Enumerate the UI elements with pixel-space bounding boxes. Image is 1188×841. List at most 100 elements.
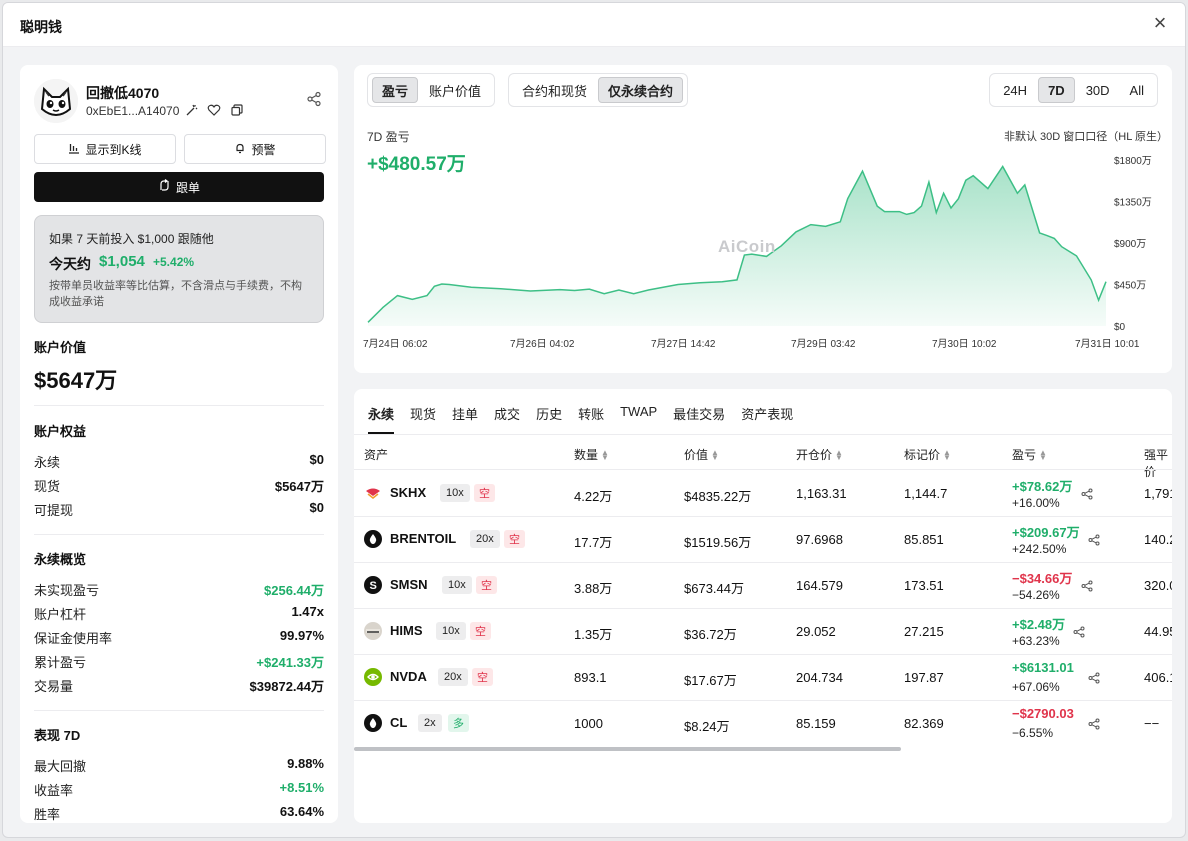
asset-symbol[interactable]: BRENTOIL — [390, 531, 456, 546]
close-icon[interactable]: × — [1149, 12, 1171, 35]
scope-option[interactable]: 合约和现货 — [513, 77, 596, 103]
perp-row: 未实现盈亏 $256.44万 — [34, 580, 324, 600]
trader-address: 0xEbE1...A14070 — [86, 104, 180, 118]
sort-icon[interactable]: ▲ ▼ — [1039, 448, 1047, 461]
liq-price-cell: 406.1 — [1144, 670, 1172, 685]
metric-option[interactable]: 账户价值 — [420, 77, 490, 103]
range-option[interactable]: 30D — [1077, 77, 1119, 103]
asset-symbol[interactable]: HIMS — [390, 623, 423, 638]
share-icon[interactable] — [1088, 671, 1100, 684]
column-header[interactable]: 开仓价 ▲ ▼ — [796, 446, 843, 463]
y-tick-label: $0 — [1114, 322, 1126, 333]
follow-label: 跟单 — [175, 180, 200, 195]
account-value: $5647万 — [34, 368, 118, 393]
share-icon[interactable] — [1081, 487, 1093, 500]
equity-row: 可提现 $0 — [34, 500, 324, 520]
long-badge: 多 — [448, 714, 469, 732]
follow-simulation-card: 如果 7 天前投入 $1,000 跟随他 今天约 $1,054 +5.42% 按… — [34, 215, 324, 323]
scope-option[interactable]: 仅永续合约 — [598, 77, 684, 103]
short-badge: 空 — [470, 622, 491, 640]
positions-tab[interactable]: 转账 — [578, 404, 604, 434]
leverage-badge: 10x — [440, 484, 470, 502]
positions-tab[interactable]: 最佳交易 — [673, 404, 725, 434]
column-header[interactable]: 标记价 ▲ ▼ — [904, 446, 951, 463]
asset-symbol[interactable]: SMSN — [390, 577, 428, 592]
perp-key: 保证金使用率 — [34, 631, 113, 646]
range-option[interactable]: All — [1121, 77, 1153, 103]
equity-key: 可提现 — [34, 503, 74, 518]
modal-title: 聪明钱 — [20, 19, 62, 35]
perf-row: 胜率 63.64% — [34, 804, 324, 823]
column-header[interactable]: 数量 ▲ ▼ — [574, 446, 609, 463]
quantity-cell: 1.35万 — [574, 627, 613, 642]
pnl-pct: −6.55% — [1012, 726, 1054, 740]
leverage-badge: 10x — [436, 622, 466, 640]
value-cell: $36.72万 — [684, 627, 737, 642]
positions-tab[interactable]: TWAP — [620, 404, 657, 434]
equity-value: $0 — [309, 500, 324, 515]
heart-icon[interactable] — [207, 103, 221, 117]
alert-button[interactable]: 预警 — [184, 134, 326, 164]
sort-icon[interactable]: ▲ ▼ — [835, 448, 843, 461]
quantity-cell: 17.7万 — [574, 535, 613, 550]
share-icon[interactable] — [1073, 625, 1085, 638]
perp-value: 1.47x — [291, 604, 324, 619]
asset-symbol[interactable]: CL — [390, 715, 407, 730]
copy-icon[interactable] — [230, 103, 244, 117]
asset-symbol[interactable]: NVDA — [390, 669, 427, 684]
share-icon[interactable] — [306, 91, 322, 107]
table-row[interactable]: SKHX 10x 空 4.22万 $4835.22万 1,163.31 1,144.7 1,7… — [354, 470, 1172, 516]
pnl-chart-panel: $1800万 $1350万 $900万 $450万 $0 7月24日 06:02 7月26日… — [354, 65, 1172, 373]
positions-tab[interactable]: 历史 — [536, 404, 562, 434]
equity-label: 账户权益 — [34, 424, 87, 439]
perf-row: 收益率 +8.51% — [34, 780, 324, 800]
table-row[interactable]: CL 2x 多 1000 $8.24万 85.159 82.369 −− −$2790.03 −6… — [354, 700, 1172, 746]
x-tick-label: 7月30日 10:02 — [932, 338, 997, 350]
horizontal-scrollbar[interactable] — [354, 747, 901, 751]
edit-wand-icon[interactable] — [185, 103, 199, 117]
avatar — [34, 79, 78, 123]
positions-tab[interactable]: 永续 — [368, 404, 395, 434]
column-header: 资产 — [364, 446, 388, 463]
share-icon[interactable] — [1088, 717, 1100, 730]
table-row[interactable]: BRENTOIL 20x 空 17.7万 $1519.56万 97.6968 85.851 1… — [354, 516, 1172, 562]
equity-value: $5647万 — [274, 479, 324, 494]
equity-row: 永续 $0 — [34, 452, 324, 472]
positions-tab[interactable]: 现货 — [410, 404, 436, 434]
value-cell: $673.44万 — [684, 581, 744, 596]
entry-price-cell: 97.6968 — [796, 532, 843, 547]
mark-price-cell: 82.369 — [904, 716, 944, 731]
perp-row: 交易量 $39872.44万 — [34, 676, 324, 696]
x-tick-label: 7月29日 03:42 — [791, 338, 856, 350]
share-icon[interactable] — [1088, 533, 1100, 546]
positions-tab[interactable]: 资产表现 — [741, 404, 793, 434]
perf-key: 收益率 — [34, 783, 74, 798]
show-on-kline-button[interactable]: 显示到K线 — [34, 134, 176, 164]
x-tick-label: 7月31日 10:01 — [1075, 338, 1140, 350]
positions-tab[interactable]: 成交 — [494, 404, 520, 434]
quantity-cell: 4.22万 — [574, 489, 613, 504]
sort-icon[interactable]: ▲ ▼ — [601, 448, 609, 461]
range-option[interactable]: 7D — [1038, 77, 1075, 103]
share-icon[interactable] — [1081, 579, 1093, 592]
asset-symbol[interactable]: SKHX — [390, 485, 426, 500]
column-header[interactable]: 价值 ▲ ▼ — [684, 446, 719, 463]
range-option[interactable]: 24H — [994, 77, 1036, 103]
y-tick-label: $450万 — [1114, 281, 1146, 292]
column-header[interactable]: 盈亏 ▲ ▼ — [1012, 446, 1047, 463]
oil-drop-icon — [364, 530, 382, 548]
equity-value: $0 — [309, 452, 324, 467]
positions-tab[interactable]: 挂单 — [452, 404, 478, 434]
follow-button[interactable]: 跟单 — [34, 172, 324, 202]
table-row[interactable]: NVDA 20x空 893.1 $17.67万 204.734 197.87 406.1 +$… — [354, 654, 1172, 700]
mark-price-cell: 85.851 — [904, 532, 944, 547]
trader-profile-panel: 回撤低4070 0xEbE1...A14070 显示到K线 预警 跟单 如果 7… — [20, 65, 338, 823]
pnl-value: +$2.48万 — [1012, 617, 1066, 632]
sort-icon[interactable]: ▲ ▼ — [711, 448, 719, 461]
sort-icon[interactable]: ▲ ▼ — [943, 448, 951, 461]
metric-option[interactable]: 盈亏 — [372, 77, 419, 103]
quantity-cell: 893.1 — [574, 670, 607, 685]
table-row[interactable]: S SMSN 10x空 3.88万 $673.44万 164.579 173.51 320.0… — [354, 562, 1172, 608]
table-row[interactable]: HIMS 10x空 1.35万 $36.72万 29.052 27.215 44.95 +$2… — [354, 608, 1172, 654]
column-header-label: 数量 — [574, 448, 599, 462]
